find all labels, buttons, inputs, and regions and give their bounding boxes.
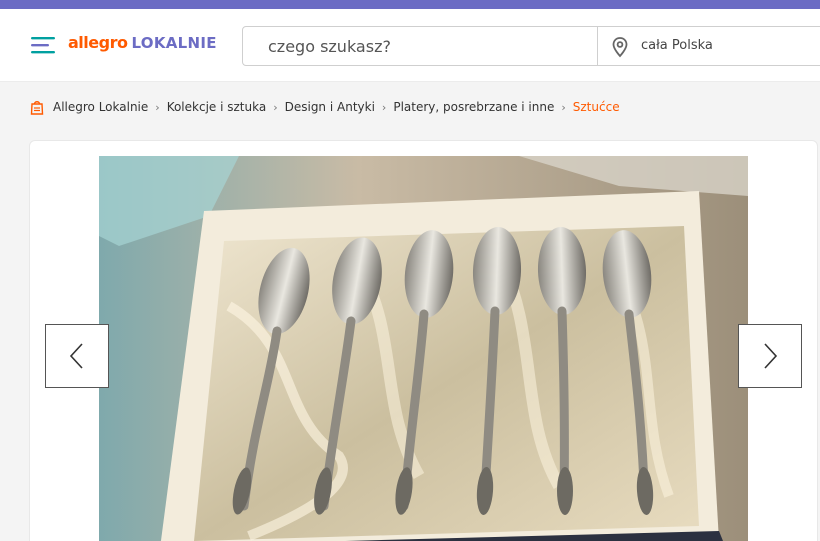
logo-brand: allegro xyxy=(68,33,128,52)
bag-icon xyxy=(30,99,44,115)
breadcrumb-separator: › xyxy=(381,100,387,114)
gallery-prev-button[interactable] xyxy=(45,324,109,388)
hamburger-icon[interactable] xyxy=(30,32,56,58)
breadcrumb-item-design[interactable]: Design i Antyki xyxy=(285,100,375,114)
search-bar: cała Polska xyxy=(242,26,820,66)
search-input[interactable] xyxy=(243,27,597,65)
chevron-right-icon xyxy=(764,343,778,369)
site-header: allegro LOKALNIE cała Polska xyxy=(0,9,820,82)
breadcrumb: Allegro Lokalnie › Kolekcje i sztuka › D… xyxy=(30,97,620,117)
breadcrumb-separator: › xyxy=(155,100,160,114)
logo-suffix: LOKALNIE xyxy=(131,34,217,52)
location-field[interactable]: cała Polska xyxy=(641,38,713,53)
breadcrumb-separator: › xyxy=(273,100,278,114)
chevron-left-icon xyxy=(69,343,83,369)
top-accent-strip xyxy=(0,0,820,9)
breadcrumb-separator: › xyxy=(561,100,566,114)
breadcrumb-item-home[interactable]: Allegro Lokalnie xyxy=(53,100,148,114)
map-pin-icon[interactable] xyxy=(609,36,631,58)
breadcrumb-item-collections[interactable]: Kolekcje i sztuka xyxy=(167,100,267,114)
breadcrumb-current: Sztućce xyxy=(572,100,620,114)
site-logo[interactable]: allegro LOKALNIE xyxy=(68,33,217,57)
product-photo[interactable] xyxy=(99,156,748,541)
search-divider xyxy=(597,27,598,65)
gallery-next-button[interactable] xyxy=(738,324,802,388)
breadcrumb-item-platery[interactable]: Platery, posrebrzane i inne xyxy=(393,100,554,114)
